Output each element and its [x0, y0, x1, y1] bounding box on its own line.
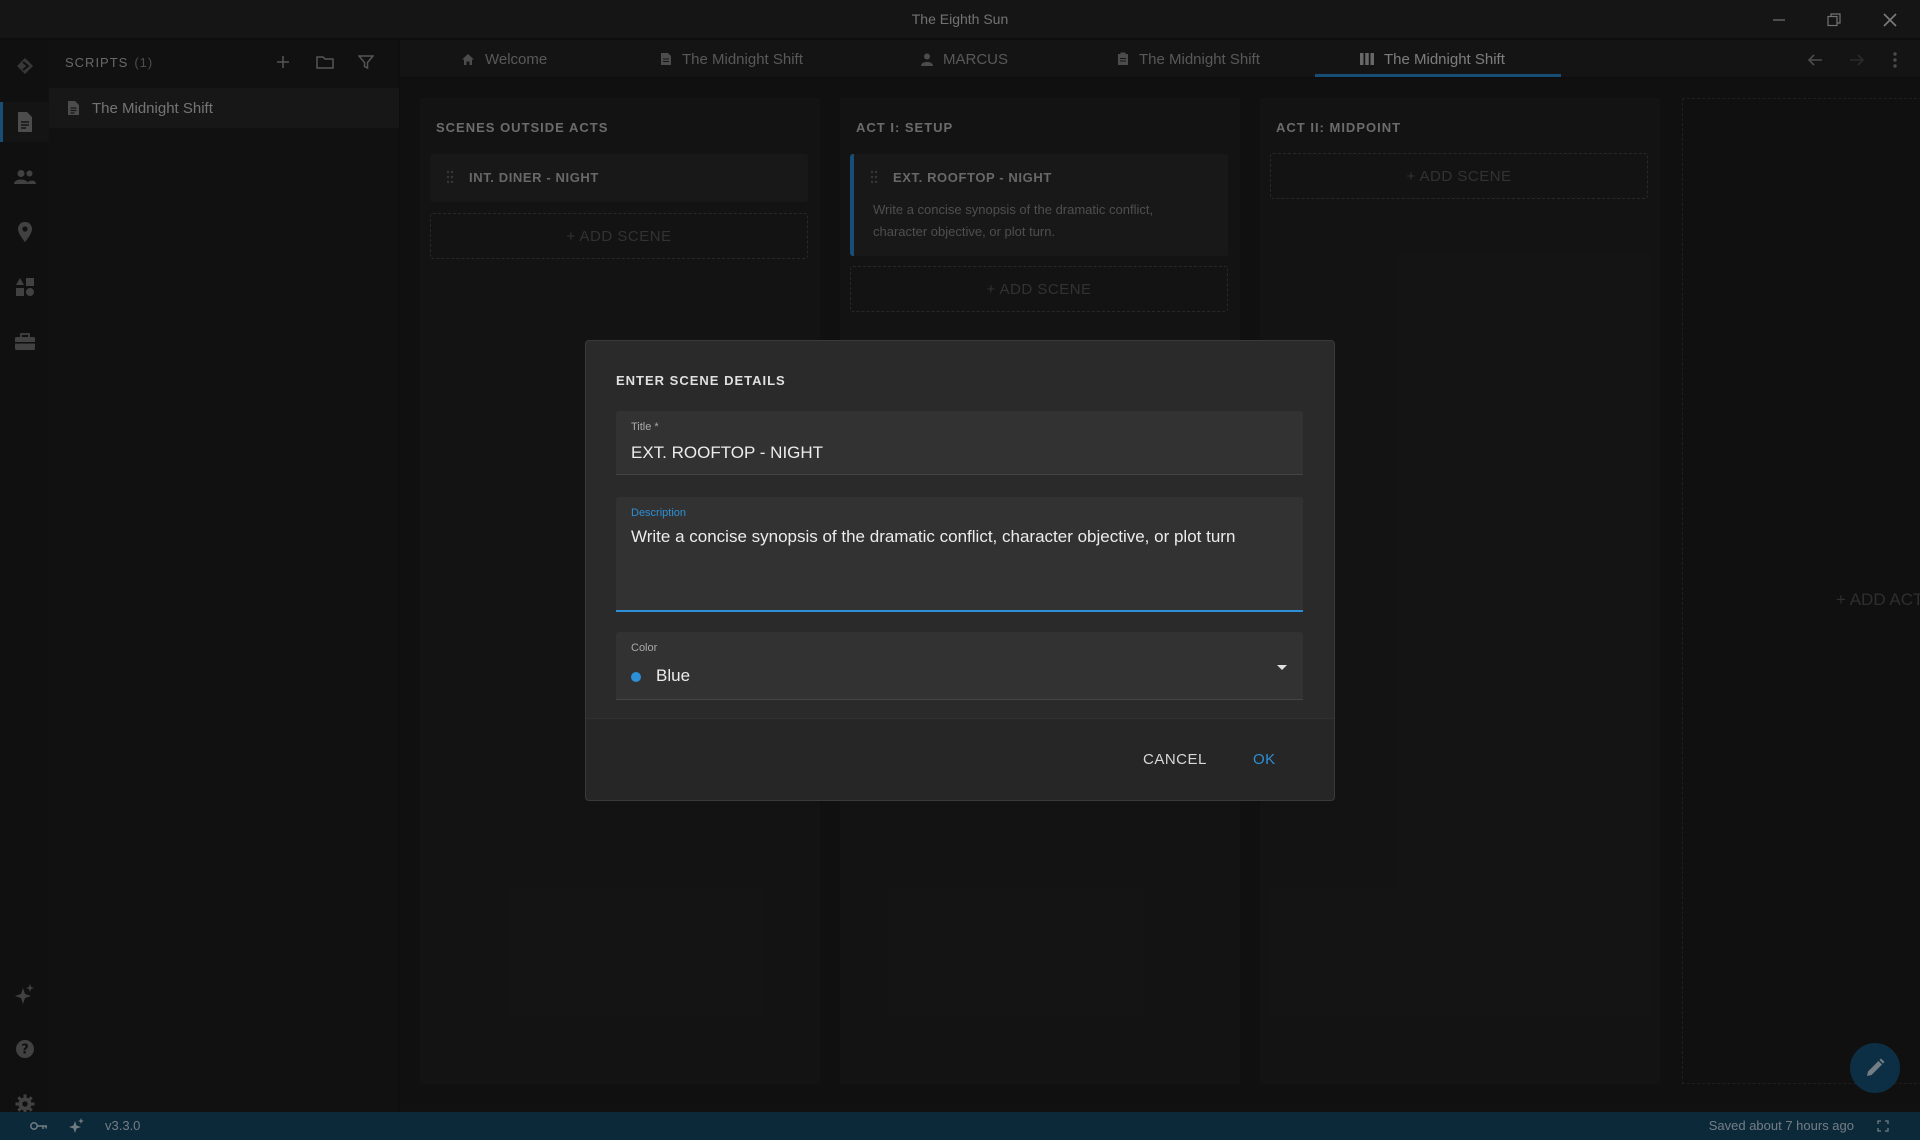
description-field-label: Description	[631, 507, 687, 519]
cancel-button[interactable]: CANCEL	[1143, 751, 1207, 768]
ok-button[interactable]: OK	[1253, 751, 1276, 768]
scene-details-dialog: ENTER SCENE DETAILS Title * EXT. ROOFTOP…	[585, 340, 1335, 801]
description-field-value: Write a concise synopsis of the dramatic…	[631, 527, 1236, 546]
color-swatch	[631, 672, 641, 682]
color-select[interactable]: Color Blue	[616, 632, 1303, 700]
description-field[interactable]: Description Write a concise synopsis of …	[616, 497, 1303, 612]
title-field-label: Title *	[631, 421, 659, 433]
dialog-actions: CANCEL OK	[586, 718, 1334, 800]
color-select-label: Color	[631, 642, 658, 654]
title-field[interactable]: Title * EXT. ROOFTOP - NIGHT	[616, 411, 1303, 475]
dialog-title: ENTER SCENE DETAILS	[616, 373, 786, 388]
title-field-value: EXT. ROOFTOP - NIGHT	[631, 443, 824, 462]
dropdown-arrow-icon	[1277, 665, 1287, 670]
color-select-value: Blue	[656, 666, 691, 685]
